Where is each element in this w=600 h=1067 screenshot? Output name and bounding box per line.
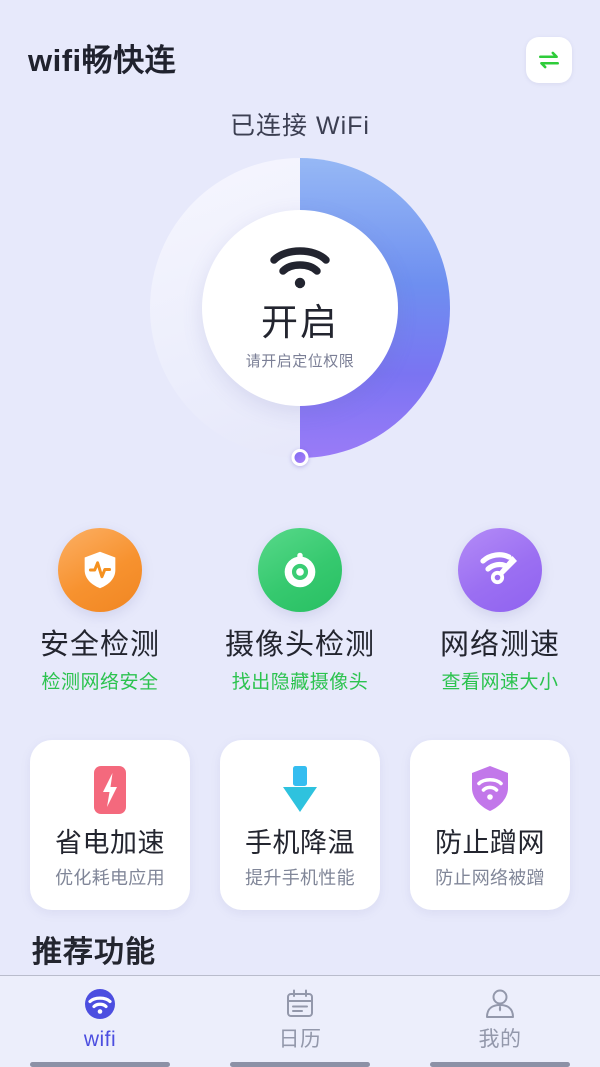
nav-item-profile[interactable]: 我的 (400, 976, 600, 1067)
feature-card-power-save[interactable]: 省电加速 优化耗电应用 (30, 740, 190, 910)
feature-icon-wrap (278, 763, 322, 817)
feature-title: 网络测速 (439, 629, 560, 661)
recommended-section-title: 推荐功能 (32, 936, 156, 969)
app-screen: wifi畅快连 已连接 WiFi 开启 请开启定位权限 安全检测 检测网络安全 … (0, 0, 600, 1067)
nav-label: 日历 (278, 1028, 322, 1051)
gauge-main-text: 开启 (261, 302, 339, 344)
feature-icon-wrap (468, 763, 512, 817)
nav-label: 我的 (478, 1028, 522, 1051)
feature-icon-wrap (458, 528, 542, 612)
connection-status-label: 已连接 WiFi (230, 112, 370, 140)
feature-title: 摄像头检测 (224, 629, 375, 661)
feature-title: 手机降温 (245, 828, 355, 858)
feature-subtitle: 查看网速大小 (441, 672, 559, 693)
wifi-speedometer-icon (480, 552, 517, 585)
feature-subtitle: 防止网络被蹭 (435, 868, 545, 888)
gauge-sub-text: 请开启定位权限 (245, 352, 355, 370)
camera-lens-icon (284, 552, 316, 588)
nav-indicator-bar (430, 1062, 570, 1067)
feature-icon-wrap (58, 528, 142, 612)
gauge-knob-handle[interactable] (291, 449, 309, 466)
feature-title: 防止蹭网 (435, 828, 545, 858)
wifi-icon (269, 245, 331, 296)
feature-subtitle: 提升手机性能 (245, 868, 355, 888)
wifi-icon (82, 985, 118, 1023)
feature-security-check[interactable]: 安全检测 检测网络安全 (0, 528, 200, 692)
feature-subtitle: 检测网络安全 (41, 672, 159, 693)
feature-card-prevent-leech[interactable]: 防止蹭网 防止网络被蹭 (410, 740, 570, 910)
bottom-navigation: wifi 日历 我的 (0, 975, 600, 1067)
nav-item-calendar[interactable]: 日历 (200, 976, 400, 1067)
feature-title: 省电加速 (55, 828, 165, 858)
battery-bolt-icon (94, 766, 126, 814)
person-icon (483, 985, 517, 1023)
feature-subtitle: 优化耗电应用 (55, 868, 165, 888)
swap-button[interactable] (526, 37, 572, 83)
feature-speed-test[interactable]: 网络测速 查看网速大小 (400, 528, 600, 692)
nav-indicator-bar (230, 1062, 370, 1067)
card-feature-list: 省电加速 优化耗电应用 手机降温 提升手机性能 防止蹭网 防止网络被蹭 (30, 740, 570, 910)
nav-label: wifi (83, 1028, 117, 1051)
gauge-center-button[interactable]: 开启 请开启定位权限 (202, 210, 398, 406)
page-title: wifi畅快连 (28, 42, 177, 78)
arrow-down-icon (283, 766, 317, 812)
wifi-gauge[interactable]: 开启 请开启定位权限 (150, 158, 450, 466)
feature-icon-wrap (258, 528, 342, 612)
feature-title: 安全检测 (39, 629, 160, 661)
nav-item-wifi[interactable]: wifi (0, 976, 200, 1067)
nav-indicator-bar (30, 1062, 170, 1067)
feature-camera-detection[interactable]: 摄像头检测 找出隐藏摄像头 (200, 528, 400, 692)
nav-indicator-bars (0, 1061, 600, 1067)
shield-wifi-icon (472, 766, 508, 811)
calendar-icon (283, 985, 317, 1023)
feature-subtitle: 找出隐藏摄像头 (231, 672, 369, 693)
feature-card-phone-cooling[interactable]: 手机降温 提升手机性能 (220, 740, 380, 910)
swap-arrows-icon (539, 51, 559, 69)
app-header: wifi畅快连 (0, 30, 600, 90)
feature-icon-wrap (90, 763, 130, 817)
round-feature-list: 安全检测 检测网络安全 摄像头检测 找出隐藏摄像头 网络测速 查看网速大小 (0, 528, 600, 692)
shield-pulse-icon (84, 551, 116, 589)
